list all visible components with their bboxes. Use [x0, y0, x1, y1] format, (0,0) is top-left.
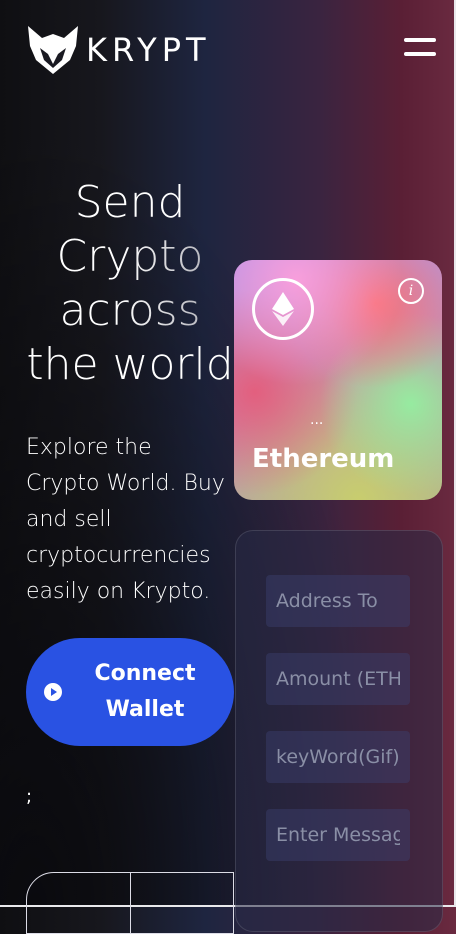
brand-logo[interactable]: KRYPT [26, 24, 211, 76]
feature-grid [26, 872, 234, 934]
hero-subtitle: Explore the Crypto World. Buy and sell c… [26, 435, 225, 604]
headline-line: Send [74, 177, 186, 228]
brand-name: KRYPT [86, 31, 211, 69]
headline-line: the world [26, 339, 234, 390]
ethereum-card: i ... Ethereum [234, 260, 442, 500]
ethereum-logo-icon [252, 278, 314, 340]
menu-line-icon [404, 38, 436, 42]
keyword-input[interactable] [266, 731, 410, 783]
connect-wallet-button[interactable]: Connect Wallet [26, 638, 234, 746]
hero-headline: Send Crypto across the world [20, 176, 240, 392]
connect-wallet-label: Connect Wallet [94, 661, 196, 722]
coin-name: Ethereum [252, 444, 395, 474]
menu-button[interactable] [404, 38, 436, 60]
headline-line: Crypto [20, 230, 240, 284]
message-input[interactable] [266, 809, 410, 861]
send-form [235, 530, 443, 932]
menu-line-icon [404, 52, 436, 56]
amount-input[interactable] [266, 653, 410, 705]
info-icon[interactable]: i [398, 278, 424, 304]
address-input[interactable] [266, 575, 410, 627]
fox-logo-icon [28, 26, 78, 74]
grid-divider [130, 873, 131, 933]
headline-line: across [20, 284, 240, 338]
decorative-mark: ; [26, 786, 33, 807]
ethereum-diamond-icon [272, 292, 294, 326]
wallet-address: ... [310, 412, 324, 428]
play-icon [44, 683, 62, 701]
